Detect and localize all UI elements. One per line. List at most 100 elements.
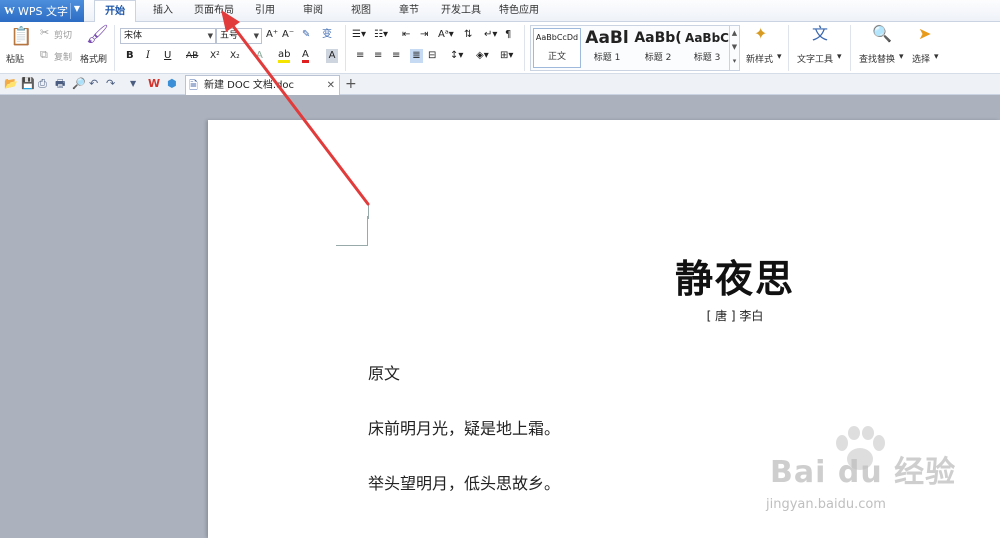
font-color-icon[interactable]: A bbox=[302, 49, 309, 63]
show-marks-icon[interactable]: ↵▾ bbox=[484, 28, 497, 42]
cursor-arrow-icon[interactable]: ➤ bbox=[918, 26, 931, 42]
select-button[interactable]: 选择 bbox=[912, 52, 930, 65]
tab-references[interactable]: 引用 bbox=[250, 0, 280, 22]
tab-insert[interactable]: 插入 bbox=[146, 0, 180, 22]
align-right-icon[interactable]: ≡ bbox=[392, 49, 400, 63]
new-style-button[interactable]: 新样式 bbox=[746, 52, 773, 65]
bullet-list-icon[interactable]: ☰▾ bbox=[352, 28, 366, 42]
cut-button[interactable]: 剪切 bbox=[54, 28, 72, 41]
close-icon[interactable]: ✕ bbox=[327, 76, 335, 95]
chevron-down-icon[interactable]: ▾ bbox=[934, 52, 939, 62]
search-icon[interactable]: 🔍 bbox=[872, 26, 892, 42]
tab-page-layout[interactable]: 页面布局 bbox=[190, 0, 238, 22]
print-icon[interactable]: 🖶 bbox=[55, 78, 65, 90]
copy-icon[interactable]: ⧉ bbox=[40, 49, 48, 60]
increase-indent-icon[interactable]: ⇥ bbox=[420, 28, 428, 42]
chevron-down-icon[interactable]: ▾ bbox=[899, 52, 904, 62]
new-tab-plus-icon[interactable]: + bbox=[345, 76, 357, 92]
document-tab-title: 新建 DOC 文档.doc bbox=[204, 80, 295, 91]
chevron-down-icon[interactable]: ▼ bbox=[74, 4, 80, 13]
tab-review[interactable]: 审阅 bbox=[298, 0, 328, 22]
text-tools-button[interactable]: 文字工具 bbox=[797, 52, 833, 65]
style-heading-3[interactable]: AaBbC 标题 3 bbox=[685, 28, 729, 68]
brush-icon[interactable]: 🖌 bbox=[86, 26, 109, 44]
paste-button[interactable]: 粘贴 bbox=[6, 52, 24, 65]
text-tools-icon[interactable]: 文 bbox=[812, 26, 828, 42]
document-icon: 🗎 bbox=[189, 79, 198, 92]
margin-corner-mark bbox=[368, 205, 369, 219]
numbered-list-icon[interactable]: ☷▾ bbox=[374, 28, 388, 42]
wps-logo-icon[interactable]: W bbox=[148, 78, 160, 90]
shrink-font-icon[interactable]: A⁻ bbox=[282, 28, 294, 42]
undo-icon[interactable]: ↶ bbox=[89, 78, 98, 90]
style-sample: AaBl bbox=[585, 28, 629, 48]
style-name: 标题 3 bbox=[693, 53, 721, 63]
clear-format-icon[interactable]: ✎ bbox=[302, 28, 310, 42]
italic-button[interactable]: I bbox=[146, 49, 150, 63]
paste-icon[interactable]: 📋 bbox=[10, 28, 32, 46]
format-painter-button[interactable]: 格式刷 bbox=[80, 52, 107, 65]
export-pdf-icon[interactable]: ⎙ bbox=[38, 78, 47, 90]
save-icon[interactable]: 💾 bbox=[21, 78, 35, 90]
tab-view[interactable]: 视图 bbox=[346, 0, 376, 22]
sort-icon[interactable]: ⇅ bbox=[464, 28, 472, 42]
gallery-scroll[interactable]: ▲ ▼ ▾ bbox=[729, 26, 739, 70]
char-shading-icon[interactable]: A bbox=[326, 49, 338, 63]
justify-icon[interactable]: ≣ bbox=[410, 49, 423, 63]
style-normal[interactable]: AaBbCcDd 正文 bbox=[533, 28, 581, 68]
underline-button[interactable]: U bbox=[164, 49, 171, 63]
font-name-select[interactable]: 宋体 ▼ bbox=[120, 28, 216, 44]
copy-button[interactable]: 复制 bbox=[54, 50, 72, 63]
pinyin-guide-icon[interactable]: 变 bbox=[322, 28, 332, 42]
watermark-brand: Bai du 经验 bbox=[770, 455, 957, 490]
print-preview-icon[interactable]: 🔎 bbox=[72, 78, 86, 90]
chevron-down-icon[interactable]: ▾ bbox=[777, 52, 782, 62]
align-left-icon[interactable]: ≡ bbox=[356, 49, 364, 63]
chevron-down-icon[interactable]: ▾ bbox=[837, 52, 842, 62]
bold-button[interactable]: B bbox=[126, 49, 134, 63]
strikethrough-button[interactable]: AB bbox=[186, 49, 198, 63]
tab-home[interactable]: 开始 bbox=[94, 0, 136, 23]
tab-chapter[interactable]: 章节 bbox=[394, 0, 424, 22]
open-folder-icon[interactable]: 📂 bbox=[4, 78, 18, 90]
line-spacing-icon[interactable]: ↕▾ bbox=[450, 49, 463, 63]
expand-gallery-icon[interactable]: ▾ bbox=[730, 54, 739, 68]
subscript-button[interactable]: X₂ bbox=[230, 49, 240, 63]
tab-special-apps[interactable]: 特色应用 bbox=[494, 0, 544, 22]
style-heading-2[interactable]: AaBb( 标题 2 bbox=[633, 28, 683, 68]
wps-menu-button[interactable]: W WPS 文字 ▼ bbox=[0, 0, 84, 22]
align-center-icon[interactable]: ≡ bbox=[374, 49, 382, 63]
chevron-down-icon: ▼ bbox=[253, 32, 259, 40]
poem-line: 床前明月光，疑是地上霜。 bbox=[368, 419, 561, 438]
chevron-up-icon[interactable]: ▲ bbox=[730, 26, 739, 40]
ribbon-divider bbox=[345, 25, 346, 71]
grow-font-icon[interactable]: A⁺ bbox=[266, 28, 278, 42]
new-style-icon[interactable]: ✦ bbox=[754, 26, 767, 42]
text-effect-icon[interactable]: A bbox=[256, 49, 263, 63]
distributed-icon[interactable]: ⊟ bbox=[428, 49, 436, 63]
find-replace-button[interactable]: 查找替换 bbox=[859, 52, 895, 65]
style-heading-1[interactable]: AaBl 标题 1 bbox=[583, 28, 631, 68]
paragraph-marks-icon[interactable]: ¶ bbox=[505, 28, 511, 42]
char-format-icon[interactable]: Aᵃ▾ bbox=[438, 28, 454, 42]
borders-icon[interactable]: ⊞▾ bbox=[500, 49, 513, 63]
style-name: 正文 bbox=[547, 52, 566, 62]
font-size-select[interactable]: 五号 ▼ bbox=[216, 28, 262, 44]
chevron-down-icon[interactable]: ▼ bbox=[730, 40, 739, 54]
superscript-button[interactable]: X² bbox=[210, 49, 220, 63]
scissors-icon[interactable]: ✂ bbox=[40, 27, 49, 38]
ribbon-divider bbox=[788, 25, 789, 71]
shading-icon[interactable]: ◈▾ bbox=[476, 49, 489, 63]
wps-menu-label: WPS 文字 bbox=[18, 5, 68, 18]
tab-developer[interactable]: 开发工具 bbox=[436, 0, 486, 22]
cloud-doc-icon[interactable]: ⬢ bbox=[167, 78, 177, 90]
paragraph-heading: 原文 bbox=[368, 364, 401, 383]
style-sample: AaBbC bbox=[685, 31, 729, 45]
chevron-down-icon[interactable]: ▼ bbox=[130, 78, 136, 90]
margin-corner-mark bbox=[336, 216, 368, 246]
decrease-indent-icon[interactable]: ⇤ bbox=[402, 28, 410, 42]
wps-logo-icon: W bbox=[4, 5, 15, 17]
redo-icon[interactable]: ↷ bbox=[106, 78, 115, 90]
document-tab[interactable]: 🗎 新建 DOC 文档.doc ✕ bbox=[185, 75, 340, 95]
highlight-color-icon[interactable]: ab bbox=[278, 49, 291, 63]
